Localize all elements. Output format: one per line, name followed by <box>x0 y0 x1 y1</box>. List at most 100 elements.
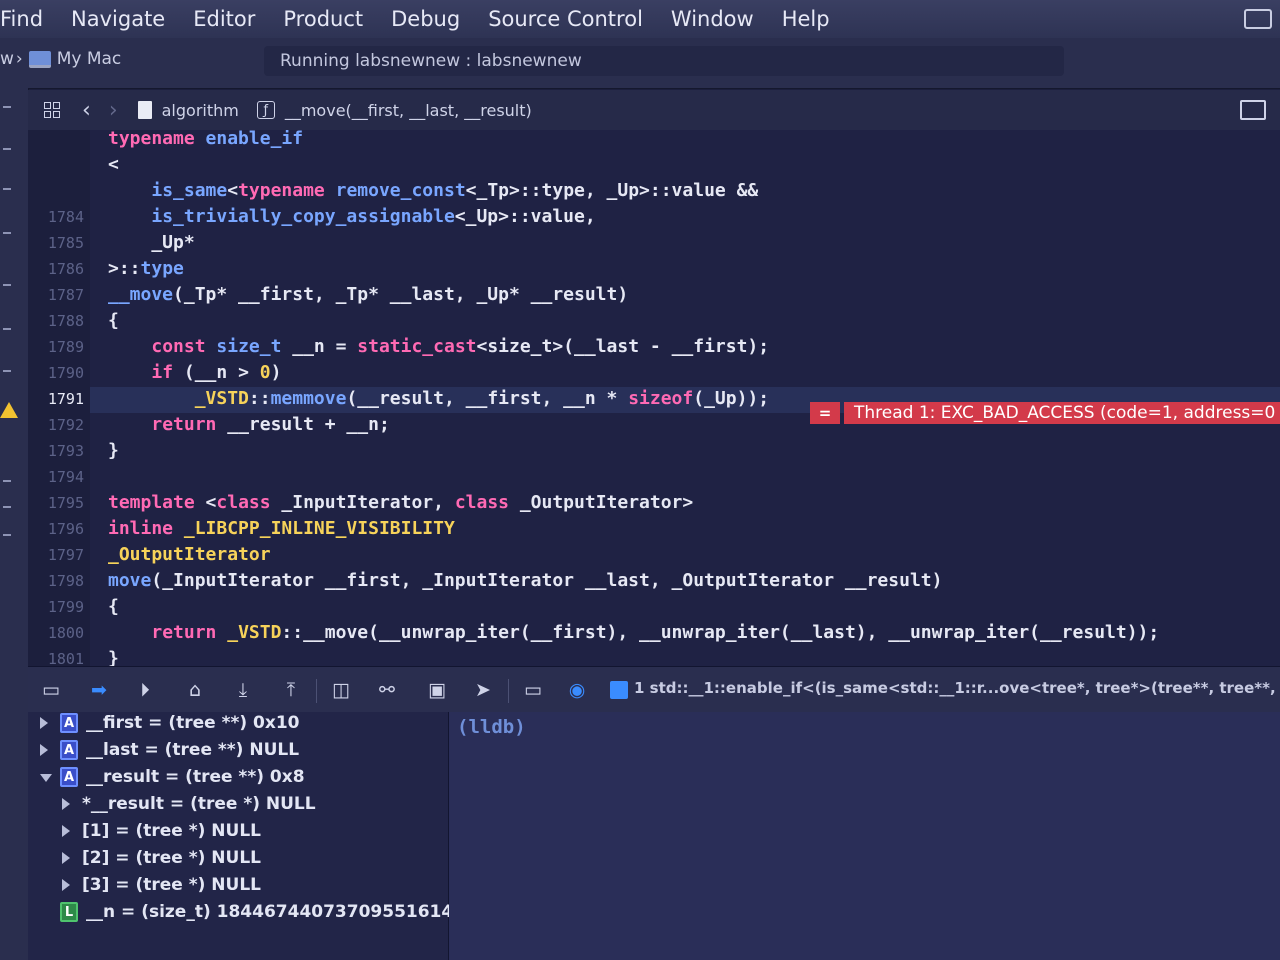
simulate-location-icon[interactable]: ➤ <box>472 679 494 701</box>
disclosure-open-icon[interactable] <box>40 774 52 782</box>
line-number[interactable]: 1786 <box>28 256 84 282</box>
scheme-selector[interactable]: w › My Mac <box>0 47 121 71</box>
line-number[interactable]: 1791 <box>28 386 84 412</box>
disclosure-closed-icon[interactable] <box>40 717 48 729</box>
code-token: __result + __n; <box>216 414 390 435</box>
line-number[interactable]: 1796 <box>28 516 84 542</box>
code-line[interactable]: 1786 >::type <box>28 256 1280 282</box>
menu-source-control[interactable]: Source Control <box>488 7 643 31</box>
screen-mirroring-icon[interactable] <box>1244 9 1272 29</box>
code-line[interactable]: 1796 inline _LIBCPP_INLINE_VISIBILITY <box>28 516 1280 542</box>
line-number[interactable]: 1795 <box>28 490 84 516</box>
code-line[interactable]: 1788 { <box>28 308 1280 334</box>
code-line[interactable]: 1798 move(_InputIterator __first, _InputI… <box>28 568 1280 594</box>
variable-row[interactable]: [1] = (tree *) NULL <box>28 818 448 844</box>
code-line[interactable]: is_same<typename remove_const<_Tp>::type… <box>28 178 1280 204</box>
code-line[interactable]: 1801} <box>28 646 1280 666</box>
navigator-handle[interactable] <box>3 534 11 536</box>
navigator-handle[interactable] <box>3 506 11 508</box>
forward-arrow-icon[interactable]: › <box>109 98 118 123</box>
disclosure-closed-icon[interactable] <box>62 852 70 864</box>
disclosure-closed-icon[interactable] <box>62 825 70 837</box>
line-number[interactable]: 1798 <box>28 568 84 594</box>
variable-row[interactable]: A __result = (tree **) 0x8 <box>28 764 448 790</box>
menu-debug[interactable]: Debug <box>391 7 460 31</box>
line-number[interactable]: 1790 <box>28 360 84 386</box>
menu-window[interactable]: Window <box>671 7 754 31</box>
variable-row[interactable]: *__result = (tree *) NULL <box>28 791 448 817</box>
variable-name: *__result <box>82 794 164 814</box>
disclosure-closed-icon[interactable] <box>62 798 70 810</box>
line-number[interactable]: 1793 <box>28 438 84 464</box>
code-line[interactable]: 1800 return _VSTD::__move(__unwrap_iter(… <box>28 620 1280 646</box>
memory-graph-icon[interactable]: ⚯ <box>376 679 398 701</box>
line-number[interactable]: 1789 <box>28 334 84 360</box>
line-number[interactable]: 1800 <box>28 620 84 646</box>
related-items-icon[interactable] <box>44 102 60 118</box>
code-line[interactable]: typename enable_if <box>28 130 1280 152</box>
variable-row[interactable]: A __last = (tree **) NULL <box>28 737 448 763</box>
code-line[interactable]: 1790 if (__n > 0) <box>28 360 1280 386</box>
line-number[interactable]: 1788 <box>28 308 84 334</box>
jump-file[interactable]: algorithm <box>162 101 239 120</box>
step-over-icon[interactable]: ⌂ <box>184 679 206 701</box>
navigator-handle[interactable] <box>3 370 11 372</box>
menu-navigate[interactable]: Navigate <box>71 7 165 31</box>
navigator-handle[interactable] <box>3 480 11 482</box>
step-into-icon[interactable]: ⤓ <box>232 679 254 701</box>
variable-row[interactable]: [2] = (tree *) NULL <box>28 845 448 871</box>
breakpoints-toggle-icon[interactable]: ➡ <box>88 679 110 701</box>
stack-frame-label[interactable]: 1 std::__1::enable_if<(is_same<std::__1:… <box>634 679 1280 697</box>
code-line[interactable]: 1793} <box>28 438 1280 464</box>
process-icon[interactable]: ▭ <box>522 679 544 701</box>
line-number[interactable]: 1792 <box>28 412 84 438</box>
continue-icon[interactable]: ⏵ <box>134 679 156 701</box>
code-line[interactable]: 1794 <box>28 464 1280 490</box>
navigator-handle[interactable] <box>3 106 11 108</box>
navigator-handle[interactable] <box>3 232 11 234</box>
disclosure-closed-icon[interactable] <box>40 744 48 756</box>
code-line[interactable]: 1785 _Up* <box>28 230 1280 256</box>
line-number[interactable]: 1785 <box>28 230 84 256</box>
source-editor[interactable]: typename enable_if < is_same<typename rem… <box>28 130 1280 666</box>
debug-console[interactable]: (lldb) <box>449 712 1280 960</box>
disclosure-closed-icon[interactable] <box>62 879 70 891</box>
code-text: < <box>108 152 119 178</box>
navigator-handle[interactable] <box>3 328 11 330</box>
step-out-icon[interactable]: ⤒ <box>280 679 302 701</box>
navigator-handle[interactable] <box>3 188 11 190</box>
variable-name: __n <box>86 902 116 922</box>
jump-function[interactable]: __move(__first, __last, __result) <box>285 101 532 120</box>
code-line[interactable]: 1784 is_trivially_copy_assignable<_Up>::… <box>28 204 1280 230</box>
code-line[interactable]: 1799 { <box>28 594 1280 620</box>
variable-row[interactable]: L __n = (size_t) 18446744073709551614 <box>28 899 453 925</box>
line-number[interactable]: 1799 <box>28 594 84 620</box>
environment-overrides-icon[interactable]: ▣ <box>426 679 448 701</box>
code-line[interactable]: 1797 _OutputIterator <box>28 542 1280 568</box>
error-annotation[interactable]: Thread 1: EXC_BAD_ACCESS (code=1, addres… <box>844 402 1280 424</box>
line-number[interactable]: 1797 <box>28 542 84 568</box>
hide-debug-area-icon[interactable]: ▭ <box>40 679 62 701</box>
navigator-handle[interactable] <box>3 284 11 286</box>
thread-icon[interactable]: ◉ <box>566 679 588 701</box>
code-line[interactable]: < <box>28 152 1280 178</box>
warning-icon[interactable] <box>0 402 18 418</box>
navigator-handle[interactable] <box>3 148 11 150</box>
error-badge[interactable]: = <box>810 402 840 424</box>
menu-find[interactable]: Find <box>0 7 43 31</box>
code-line[interactable]: 1787 __move(_Tp* __first, _Tp* __last, _U… <box>28 282 1280 308</box>
variable-row[interactable]: [3] = (tree *) NULL <box>28 872 448 898</box>
menu-product[interactable]: Product <box>283 7 363 31</box>
back-arrow-icon[interactable]: ‹ <box>82 98 91 123</box>
line-number[interactable]: 1787 <box>28 282 84 308</box>
assistant-editor-icon[interactable] <box>1240 100 1266 120</box>
variable-row[interactable]: A __first = (tree **) 0x10 <box>28 710 448 736</box>
line-number[interactable]: 1794 <box>28 464 84 490</box>
menu-editor[interactable]: Editor <box>193 7 255 31</box>
code-line[interactable]: 1789 const size_t __n = static_cast<size… <box>28 334 1280 360</box>
code-line[interactable]: 1795 template <class _InputIterator, clas… <box>28 490 1280 516</box>
line-number[interactable]: 1801 <box>28 646 84 666</box>
line-number[interactable]: 1784 <box>28 204 84 230</box>
debug-view-hierarchy-icon[interactable]: ◫ <box>330 679 352 701</box>
menu-help[interactable]: Help <box>782 7 830 31</box>
